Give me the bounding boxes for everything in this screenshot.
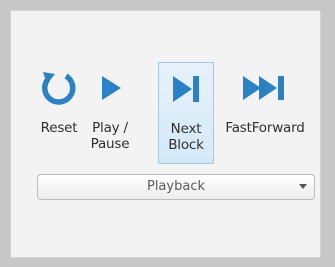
fast-forward-button[interactable]: FastForward [218,62,312,164]
next-block-label: Next Block [168,121,204,153]
reset-icon [34,66,84,110]
playback-ribbon-group: Reset Play / Pause Next Block FastForwar… [24,50,325,208]
playback-group-label: Playback [146,179,205,194]
play-pause-label: Play / Pause [90,120,130,152]
reset-label: Reset [40,120,78,136]
play-icon [84,66,136,110]
next-block-button[interactable]: Next Block [158,62,214,164]
fast-forward-label: FastForward [225,120,305,136]
chevron-down-icon [299,184,307,189]
playback-group-dropdown[interactable]: Playback [37,174,315,200]
fast-forward-icon [218,66,312,110]
play-pause-button[interactable]: Play / Pause [84,62,136,164]
reset-button[interactable]: Reset [34,62,84,164]
next-block-icon [159,67,213,111]
